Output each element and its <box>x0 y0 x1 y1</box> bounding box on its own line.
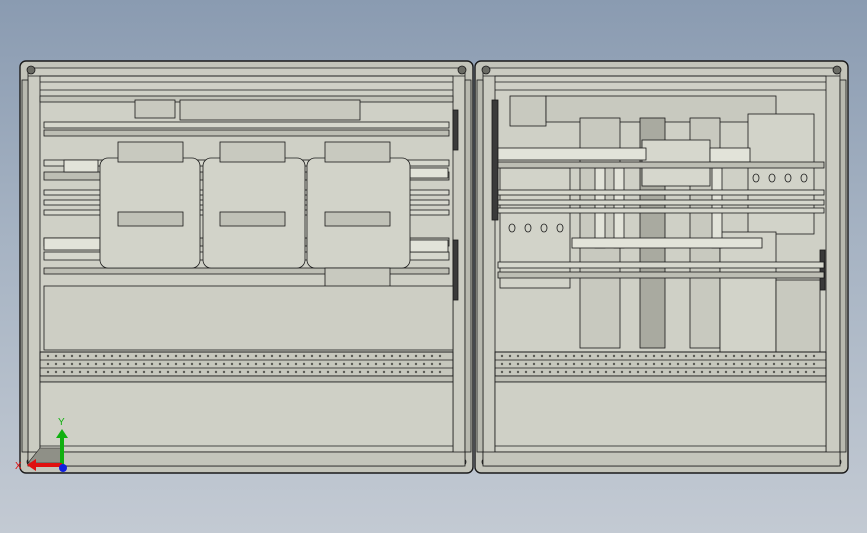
enclosure-right[interactable] <box>474 60 849 474</box>
x-axis-label: X <box>15 461 22 472</box>
z-axis-dot <box>59 464 67 472</box>
assembly-drawing[interactable]: Y X <box>0 0 867 533</box>
enclosure-left[interactable] <box>19 60 474 474</box>
y-axis-label: Y <box>58 417 65 428</box>
cad-graphics-viewport[interactable]: Y X <box>0 0 867 533</box>
